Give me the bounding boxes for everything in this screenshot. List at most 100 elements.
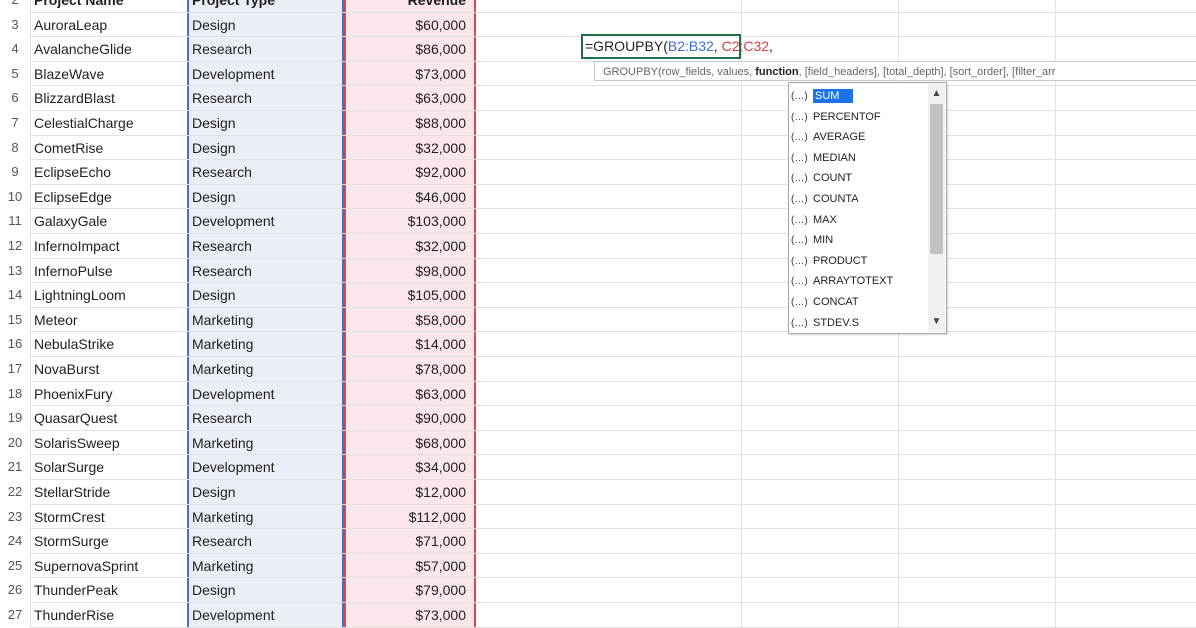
- autocomplete-item[interactable]: (…) COUNTA: [791, 189, 927, 209]
- row-header[interactable]: 6: [0, 86, 30, 110]
- cell-project-name[interactable]: InfernoImpact: [34, 234, 184, 258]
- cell-project-name[interactable]: QuasarQuest: [34, 406, 184, 430]
- cell-project-name[interactable]: ThunderRise: [34, 603, 184, 627]
- autocomplete-item[interactable]: (…) MIN: [791, 230, 927, 250]
- autocomplete-item[interactable]: (…) PRODUCT: [791, 251, 927, 271]
- autocomplete-dropdown[interactable]: (…) SUM (…) PERCENTOF (…) AVERAGE (…) MEDIAN (…)…: [788, 82, 947, 334]
- cell-revenue[interactable]: $14,000: [350, 332, 466, 356]
- cell-revenue[interactable]: $34,000: [350, 455, 466, 479]
- cell-project-type[interactable]: Research: [192, 160, 342, 184]
- column-header-project-name[interactable]: Project Name: [34, 0, 184, 12]
- cell-project-type[interactable]: Marketing: [192, 431, 342, 455]
- row-header[interactable]: 5: [0, 62, 30, 86]
- cell-revenue[interactable]: $92,000: [350, 160, 466, 184]
- row-header[interactable]: 24: [0, 529, 30, 553]
- autocomplete-item[interactable]: (…) AVERAGE: [791, 127, 927, 147]
- row-header[interactable]: 16: [0, 332, 30, 356]
- row-header[interactable]: 2: [0, 0, 30, 12]
- cell-project-type[interactable]: Development: [192, 209, 342, 233]
- cell-project-name[interactable]: StormCrest: [34, 505, 184, 529]
- cell-project-type[interactable]: Marketing: [192, 505, 342, 529]
- cell-project-name[interactable]: EclipseEcho: [34, 160, 184, 184]
- cell-project-name[interactable]: LightningLoom: [34, 283, 184, 307]
- row-header[interactable]: 12: [0, 234, 30, 258]
- scroll-down-icon[interactable]: ▼: [928, 314, 945, 330]
- cell-project-name[interactable]: InfernoPulse: [34, 259, 184, 283]
- row-header[interactable]: 9: [0, 160, 30, 184]
- row-header[interactable]: 22: [0, 480, 30, 504]
- cell-project-type[interactable]: Design: [192, 111, 342, 135]
- column-header-project-type[interactable]: Project Type: [192, 0, 342, 12]
- cell-project-name[interactable]: BlizzardBlast: [34, 86, 184, 110]
- cell-project-type[interactable]: Design: [192, 578, 342, 602]
- cell-project-name[interactable]: SolarSurge: [34, 455, 184, 479]
- autocomplete-item[interactable]: (…) COUNT: [791, 168, 927, 188]
- cell-revenue[interactable]: $88,000: [350, 111, 466, 135]
- cell-revenue[interactable]: $86,000: [350, 37, 466, 61]
- cell-project-type[interactable]: Development: [192, 455, 342, 479]
- cell-project-type[interactable]: Research: [192, 37, 342, 61]
- cell-project-name[interactable]: AvalancheGlide: [34, 37, 184, 61]
- spreadsheet-grid[interactable]: 2 Project Name Project Type Revenue 3AuroraL…: [0, 0, 1196, 628]
- cell-revenue[interactable]: $78,000: [350, 357, 466, 381]
- cell-project-name[interactable]: GalaxyGale: [34, 209, 184, 233]
- row-header[interactable]: 3: [0, 13, 30, 37]
- scrollbar-thumb[interactable]: [930, 104, 943, 254]
- row-header[interactable]: 13: [0, 259, 30, 283]
- cell-project-name[interactable]: BlazeWave: [34, 62, 184, 86]
- cell-project-type[interactable]: Marketing: [192, 554, 342, 578]
- cell-project-name[interactable]: EclipseEdge: [34, 185, 184, 209]
- cell-project-name[interactable]: StormSurge: [34, 529, 184, 553]
- cell-revenue[interactable]: $57,000: [350, 554, 466, 578]
- autocomplete-item[interactable]: (…) MAX: [791, 210, 927, 230]
- cell-project-type[interactable]: Design: [192, 283, 342, 307]
- cell-project-name[interactable]: CelestialCharge: [34, 111, 184, 135]
- row-header[interactable]: 18: [0, 382, 30, 406]
- dropdown-scrollbar[interactable]: ▲ ▼: [928, 84, 945, 332]
- autocomplete-item[interactable]: (…) CONCAT: [791, 292, 927, 312]
- autocomplete-item[interactable]: (…) STDEV.S: [791, 313, 927, 333]
- row-header[interactable]: 27: [0, 603, 30, 627]
- cell-project-type[interactable]: Development: [192, 603, 342, 627]
- cell-revenue[interactable]: $90,000: [350, 406, 466, 430]
- autocomplete-item[interactable]: (…) SUM: [791, 86, 927, 106]
- row-header[interactable]: 21: [0, 455, 30, 479]
- scroll-up-icon[interactable]: ▲: [928, 86, 945, 102]
- row-header[interactable]: 17: [0, 357, 30, 381]
- row-header[interactable]: 26: [0, 578, 30, 602]
- row-header[interactable]: 20: [0, 431, 30, 455]
- cell-revenue[interactable]: $60,000: [350, 13, 466, 37]
- cell-revenue[interactable]: $12,000: [350, 480, 466, 504]
- row-header[interactable]: 15: [0, 308, 30, 332]
- cell-revenue[interactable]: $46,000: [350, 185, 466, 209]
- cell-revenue[interactable]: $63,000: [350, 86, 466, 110]
- row-header[interactable]: 25: [0, 554, 30, 578]
- row-header[interactable]: 14: [0, 283, 30, 307]
- function-signature-tooltip[interactable]: GROUPBY(row_fields, values, function, [f…: [594, 61, 1196, 81]
- cell-project-type[interactable]: Development: [192, 62, 342, 86]
- cell-revenue[interactable]: $73,000: [350, 62, 466, 86]
- cell-project-name[interactable]: AuroraLeap: [34, 13, 184, 37]
- row-header[interactable]: 23: [0, 505, 30, 529]
- cell-project-type[interactable]: Research: [192, 406, 342, 430]
- cell-project-type[interactable]: Research: [192, 86, 342, 110]
- cell-project-type[interactable]: Marketing: [192, 308, 342, 332]
- cell-project-type[interactable]: Design: [192, 136, 342, 160]
- cell-revenue[interactable]: $63,000: [350, 382, 466, 406]
- cell-project-name[interactable]: ThunderPeak: [34, 578, 184, 602]
- row-header[interactable]: 7: [0, 111, 30, 135]
- column-header-revenue[interactable]: Revenue: [350, 0, 466, 12]
- autocomplete-item[interactable]: (…) ARRAYTOTEXT: [791, 271, 927, 291]
- cell-revenue[interactable]: $73,000: [350, 603, 466, 627]
- autocomplete-item[interactable]: (…) PERCENTOF: [791, 107, 927, 127]
- row-header[interactable]: 11: [0, 209, 30, 233]
- cell-project-type[interactable]: Design: [192, 480, 342, 504]
- autocomplete-item[interactable]: (…) MEDIAN: [791, 148, 927, 168]
- cell-project-name[interactable]: SolarisSweep: [34, 431, 184, 455]
- row-header[interactable]: 19: [0, 406, 30, 430]
- cell-project-type[interactable]: Research: [192, 259, 342, 283]
- cell-revenue[interactable]: $71,000: [350, 529, 466, 553]
- cell-project-name[interactable]: SupernovaSprint: [34, 554, 184, 578]
- cell-project-type[interactable]: Research: [192, 529, 342, 553]
- row-header[interactable]: 4: [0, 37, 30, 61]
